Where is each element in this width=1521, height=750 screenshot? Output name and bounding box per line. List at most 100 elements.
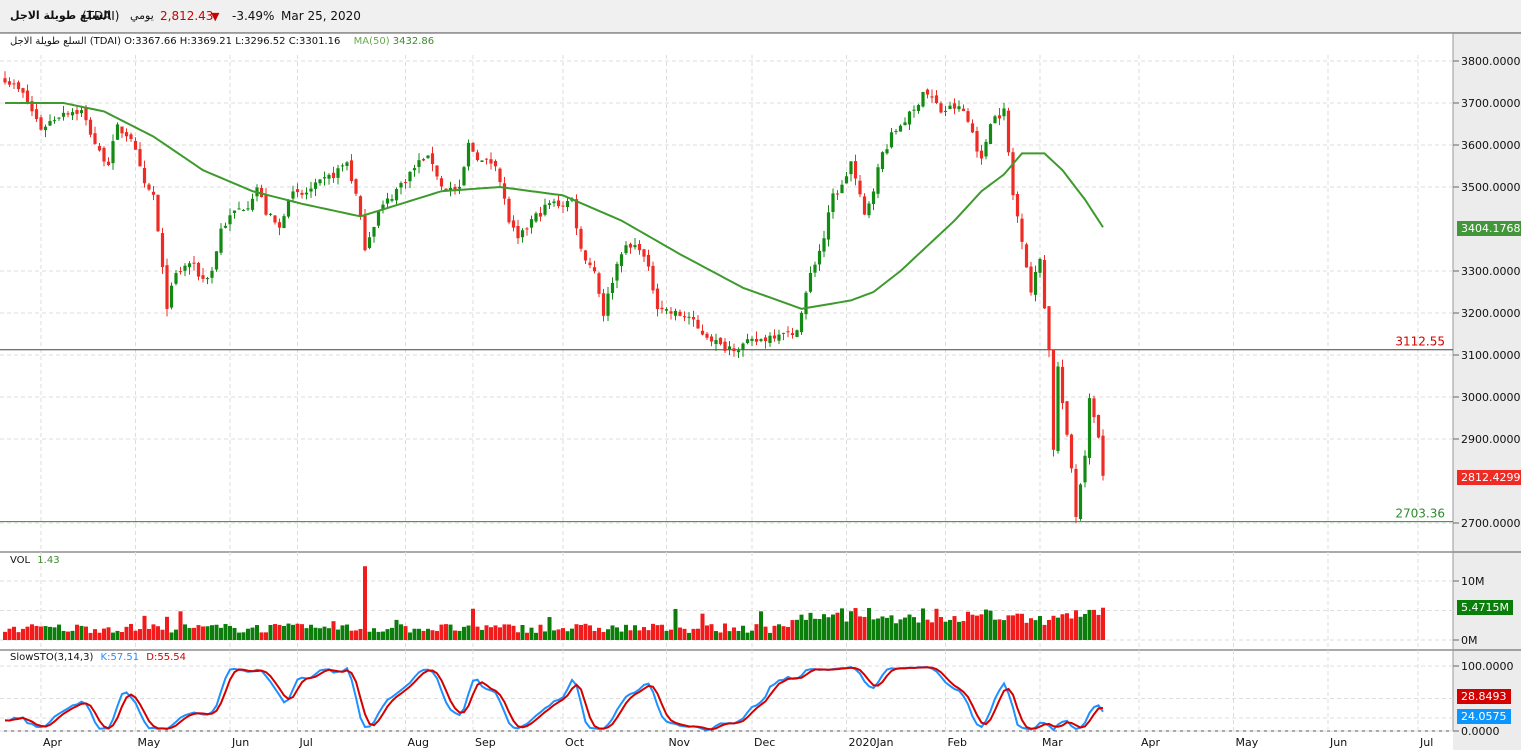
candle bbox=[394, 187, 399, 206]
volume-bar bbox=[921, 608, 925, 640]
volume-bar bbox=[741, 625, 745, 640]
candle-body bbox=[84, 107, 88, 121]
volume-bar bbox=[381, 631, 385, 640]
volume-bar bbox=[714, 631, 718, 640]
candle bbox=[133, 137, 138, 150]
candle-body bbox=[102, 147, 106, 162]
candle bbox=[597, 271, 601, 298]
volume-bar bbox=[930, 622, 934, 640]
candle-body bbox=[916, 104, 921, 111]
candle-body bbox=[1033, 271, 1038, 295]
candle-body bbox=[142, 167, 147, 184]
legend-ma-label: MA(50) bbox=[353, 36, 390, 47]
candle-body bbox=[907, 111, 912, 125]
candle-body bbox=[349, 160, 354, 182]
volume-bar bbox=[682, 628, 687, 640]
candle bbox=[696, 315, 700, 329]
candle bbox=[633, 237, 637, 250]
candle-body bbox=[628, 243, 633, 248]
volume-bar bbox=[115, 630, 120, 640]
volume-bar bbox=[75, 624, 79, 640]
volume-bar bbox=[768, 632, 772, 640]
volume-bar bbox=[970, 614, 975, 640]
candle bbox=[286, 199, 291, 219]
volume-bar bbox=[1029, 618, 1033, 640]
candle-body bbox=[376, 211, 381, 226]
candle bbox=[826, 205, 831, 247]
candle bbox=[129, 132, 133, 142]
candle-body bbox=[210, 270, 214, 278]
candle bbox=[660, 300, 664, 314]
chart-canvas[interactable]: 3800.0000 3700.0000 3600.0000 3500.0000 3300… bbox=[0, 0, 1521, 750]
volume-bar bbox=[178, 611, 183, 640]
candle bbox=[655, 283, 660, 317]
candle-body bbox=[516, 225, 520, 239]
volume-bar bbox=[939, 617, 943, 640]
volume-bar bbox=[763, 626, 768, 640]
candle-body bbox=[282, 216, 286, 229]
volume-bar bbox=[250, 627, 255, 640]
candle-body bbox=[952, 103, 957, 109]
candle bbox=[835, 190, 840, 200]
candle bbox=[313, 178, 318, 197]
candle-body bbox=[430, 153, 435, 164]
legend-high: H:3369.21 bbox=[179, 36, 233, 47]
volume-bar bbox=[475, 626, 480, 640]
candle bbox=[390, 194, 394, 203]
volume-bar bbox=[709, 624, 714, 640]
candle bbox=[804, 290, 808, 320]
volume-bar bbox=[952, 616, 957, 640]
volume-bar bbox=[975, 615, 979, 640]
candle-body bbox=[547, 203, 552, 205]
candle-body bbox=[930, 96, 934, 98]
candle-body bbox=[903, 122, 907, 126]
candle-body bbox=[48, 120, 52, 126]
candle-body bbox=[232, 210, 237, 213]
volume-bar bbox=[399, 624, 403, 640]
volume-bar bbox=[219, 627, 223, 640]
volume-bar bbox=[1011, 615, 1015, 640]
candle-body bbox=[120, 126, 124, 134]
volume-bar bbox=[151, 624, 156, 640]
candle bbox=[705, 332, 709, 340]
volume-bar bbox=[394, 619, 399, 640]
candle-body bbox=[966, 111, 970, 122]
volume-bar bbox=[7, 628, 12, 640]
candle-body bbox=[624, 245, 628, 254]
volume-bar bbox=[1002, 620, 1006, 640]
volume-bar bbox=[1065, 613, 1069, 640]
volume-bar bbox=[457, 630, 462, 640]
candle bbox=[57, 117, 61, 121]
candle bbox=[516, 219, 520, 244]
volume-bar bbox=[642, 627, 646, 640]
candle-body bbox=[1006, 110, 1011, 153]
candle bbox=[646, 249, 651, 271]
volume-bar bbox=[169, 632, 174, 640]
price-tick-label: 3300.0000 bbox=[1461, 265, 1521, 278]
volume-bar bbox=[754, 624, 759, 640]
candle-body bbox=[57, 117, 61, 119]
volume-bar bbox=[61, 630, 66, 640]
candle-body bbox=[43, 126, 48, 131]
candle-body bbox=[853, 161, 858, 179]
candle bbox=[268, 212, 273, 217]
volume-bar bbox=[255, 625, 259, 640]
volume-bar bbox=[1042, 624, 1047, 640]
volume-bar bbox=[529, 627, 534, 640]
volume-bar bbox=[133, 630, 138, 640]
volume-bar bbox=[138, 629, 142, 640]
volume-bar bbox=[633, 625, 637, 640]
candle bbox=[1015, 191, 1020, 223]
volume-bar bbox=[43, 626, 48, 640]
candle bbox=[300, 189, 304, 199]
candle bbox=[1029, 261, 1033, 296]
candle-body bbox=[669, 311, 673, 314]
candle bbox=[511, 215, 516, 232]
volume-bar bbox=[795, 619, 799, 640]
volume-bar bbox=[1006, 615, 1011, 640]
volume-bar bbox=[439, 624, 444, 640]
candle-body bbox=[745, 339, 750, 343]
candle-body bbox=[867, 203, 871, 216]
stoch-legend: SlowSTO(3,14,3) K:57.51 D:55.54 bbox=[10, 652, 186, 663]
candle-body bbox=[691, 316, 696, 320]
